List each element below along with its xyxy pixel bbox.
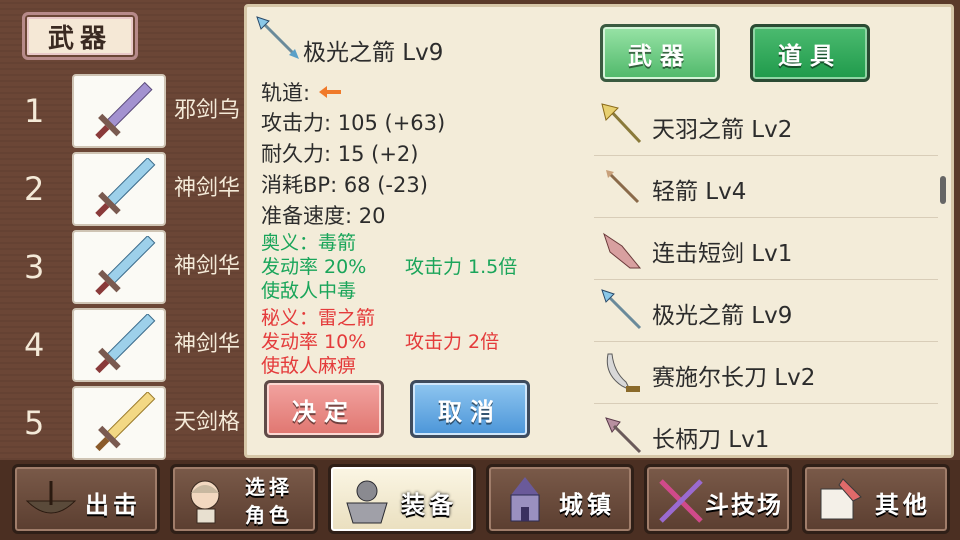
speed-stat: 准备速度: 20 — [261, 204, 386, 228]
slot-number: 5 — [24, 404, 45, 442]
cost-stat: 消耗BP: 68 (-23) — [261, 173, 428, 197]
nav-label: 装备 — [401, 491, 457, 519]
slot-icon-box — [72, 386, 166, 460]
confirm-button[interactable]: 决定 — [264, 380, 384, 438]
secret2-rate: 发动率 10% — [261, 331, 367, 353]
glaive-icon — [605, 417, 642, 454]
durability-stat: 耐久力: 15 (+2) — [261, 142, 419, 166]
list-item[interactable]: 赛施尔长刀 Lv2 — [594, 342, 938, 404]
nav-label-multiline: 选择 角色 — [245, 473, 293, 529]
divine-sword-icon — [95, 158, 156, 218]
list-scrollbar[interactable] — [940, 176, 946, 204]
nav-other[interactable]: 其他 — [802, 464, 950, 534]
boat-icon — [25, 481, 77, 514]
secret1-effect: 使敌人中毒 — [261, 280, 357, 302]
nav-label-line1: 选择 — [245, 475, 293, 499]
trajectory-label: 轨道: — [261, 81, 311, 105]
cancel-button[interactable]: 取消 — [410, 380, 530, 438]
list-item[interactable]: 天羽之箭 Lv2 — [594, 94, 938, 156]
list-item-label: 赛施尔长刀 Lv2 — [652, 365, 816, 391]
secret1-title: 奥义：毒箭 — [261, 232, 357, 254]
list-item-label: 连击短剑 Lv1 — [652, 241, 793, 267]
list-item-label: 轻箭 Lv4 — [652, 179, 747, 205]
attack-stat: 攻击力: 105 (+63) — [261, 111, 446, 135]
slot-name: 邪剑乌 — [174, 98, 241, 123]
nav-label: 其他 — [875, 491, 931, 519]
slot-number: 1 — [24, 92, 45, 130]
secret2-power: 攻击力 2倍 — [405, 331, 500, 353]
evil-sword-icon — [95, 81, 153, 140]
list-item-label: 天羽之箭 Lv2 — [652, 117, 793, 143]
nav-town[interactable]: 城镇 — [486, 464, 634, 534]
secret2-effect: 使敌人麻痹 — [261, 355, 357, 377]
slot-icon-box — [72, 74, 166, 148]
list-item-label: 极光之箭 Lv9 — [652, 303, 793, 329]
equip-slot-1[interactable]: 1 邪剑乌 — [0, 74, 250, 148]
heaven-sword-icon — [95, 392, 156, 452]
slot-name: 神剑华 — [174, 332, 241, 357]
equip-slot-5[interactable]: 5 天剑格 — [0, 386, 250, 460]
aurora-arrow-icon — [601, 289, 642, 330]
item-title: 极光之箭 Lv9 — [303, 40, 444, 66]
crossed-swords-icon — [659, 479, 703, 523]
short-sword-icon — [603, 232, 642, 269]
equip-slot-2[interactable]: 2 神剑华 — [0, 152, 250, 226]
slot-icon-box — [72, 152, 166, 226]
secret2-title: 秘义：雷之箭 — [261, 307, 376, 329]
aurora-arrow-icon — [256, 16, 299, 59]
nav-arena[interactable]: 斗技场 — [644, 464, 792, 534]
nav-label: 出击 — [85, 491, 141, 519]
slot-name: 天剑格 — [174, 410, 241, 435]
slot-name: 神剑华 — [174, 176, 241, 201]
equip-slot-3[interactable]: 3 神剑华 — [0, 230, 250, 304]
trajectory-row: 轨道: — [261, 77, 343, 107]
character-icon — [190, 480, 220, 524]
left-arrow-icon — [318, 86, 341, 98]
armor-icon — [346, 480, 388, 524]
nav-sortie[interactable]: 出击 — [12, 464, 160, 534]
nav-label: 斗技场 — [705, 491, 783, 519]
golden-arrow-icon — [601, 103, 642, 144]
list-item[interactable]: 轻箭 Lv4 — [594, 156, 938, 218]
nav-equip[interactable]: 装备 — [328, 464, 476, 534]
slot-number: 3 — [24, 248, 45, 286]
divine-sword-icon — [95, 314, 156, 374]
list-item[interactable]: 极光之箭 Lv9 — [594, 280, 938, 342]
castle-icon — [510, 477, 540, 522]
list-item-label: 长柄刀 Lv1 — [652, 427, 770, 453]
slot-name: 神剑华 — [174, 254, 241, 279]
slot-icon-box — [72, 308, 166, 382]
category-tag: 武器 — [22, 12, 138, 60]
nav-label-line2: 角色 — [245, 503, 293, 527]
slot-number: 4 — [24, 326, 45, 364]
list-item[interactable]: 连击短剑 Lv1 — [594, 218, 938, 280]
long-blade-icon — [606, 353, 640, 392]
secret1-power: 攻击力 1.5倍 — [405, 256, 518, 278]
divine-sword-icon — [95, 236, 156, 296]
equip-slot-4[interactable]: 4 神剑华 — [0, 308, 250, 382]
tab-item[interactable]: 道具 — [750, 24, 870, 82]
light-arrow-icon — [606, 170, 640, 204]
nav-label: 城镇 — [559, 491, 615, 519]
slot-number: 2 — [24, 170, 45, 208]
slot-icon-box — [72, 230, 166, 304]
secret1-rate: 发动率 20% — [261, 256, 367, 278]
tab-weapon[interactable]: 武器 — [600, 24, 720, 82]
scroll-icon — [820, 478, 862, 520]
list-item[interactable]: 长柄刀 Lv1 — [594, 404, 938, 458]
nav-select-character[interactable]: 选择 角色 — [170, 464, 318, 534]
